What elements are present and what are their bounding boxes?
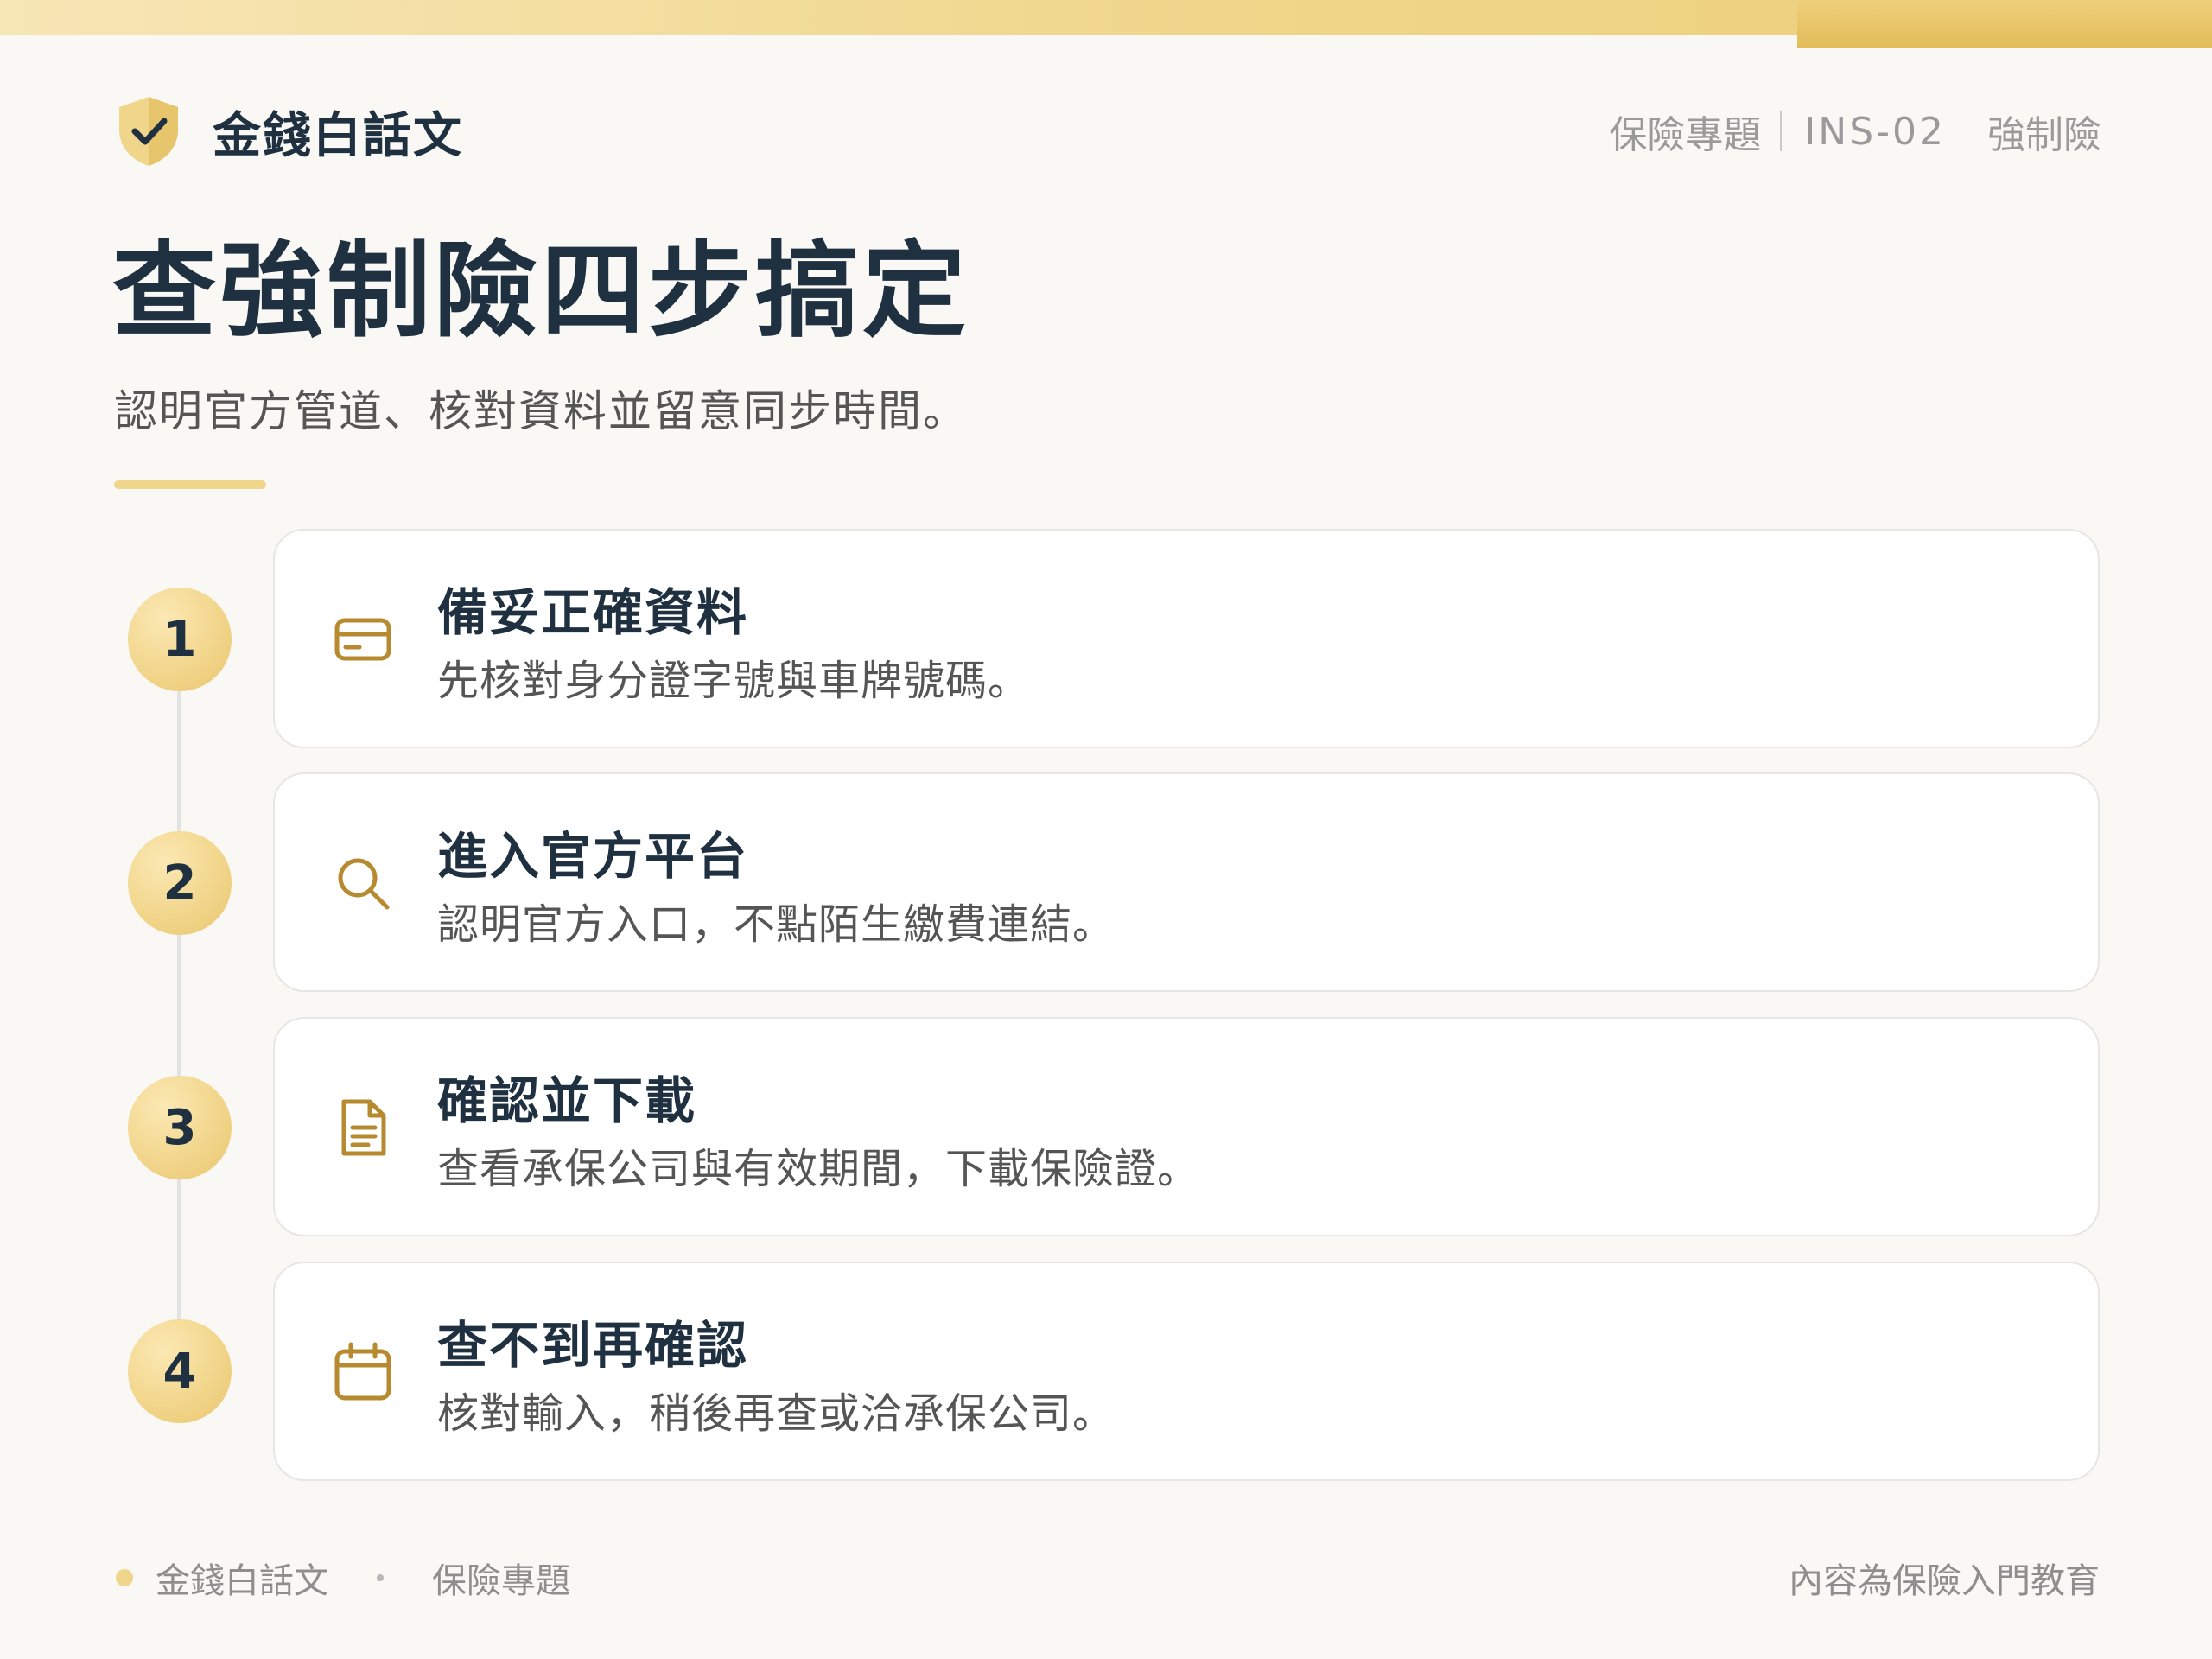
step-number: 3: [162, 1099, 197, 1156]
footer-left: 金錢白話文 保險專題: [116, 1552, 570, 1604]
document-icon: [341, 1099, 386, 1156]
card-icon: [334, 618, 391, 661]
footer-category: 保險專題: [432, 1561, 570, 1601]
step-title: 備妥正確資料: [437, 583, 749, 642]
header-divider: [1780, 111, 1783, 151]
page-subtitle: 認明官方管道、核對資料並留意同步時間。: [114, 386, 968, 436]
step-number-badge: 4: [128, 1319, 232, 1423]
footer-separator-dot: [377, 1574, 384, 1581]
step-title: 查不到再確認: [437, 1316, 749, 1375]
step-description: 先核對身分證字號與車牌號碼。: [437, 657, 1031, 705]
step-number: 1: [162, 611, 197, 668]
step-title: 進入官方平台: [437, 827, 749, 886]
step-number-badge: 3: [128, 1076, 232, 1179]
header-code: INS-02: [1804, 109, 1946, 154]
header-category: 保險專題: [1609, 113, 1762, 157]
step-number: 4: [162, 1343, 197, 1400]
top-accent-tab: [1797, 0, 2212, 48]
page-title: 查強制險四步搞定: [112, 232, 969, 352]
step-description: 認明官方入口，不點陌生繳費連結。: [437, 900, 1116, 949]
footer-accent-dot: [116, 1569, 133, 1586]
step-number-badge: 2: [128, 831, 232, 935]
step-number-badge: 1: [128, 588, 232, 691]
step-title: 確認並下載: [437, 1071, 697, 1130]
header-meta: 保險專題 INS-02 強制險: [1609, 105, 2101, 158]
header-tag: 強制險: [1987, 113, 2101, 157]
brand: 金錢白話文: [116, 95, 463, 168]
brand-name: 金錢白話文: [213, 107, 463, 164]
step-card: 確認並下載 查看承保公司與有效期間，下載保險證。: [273, 1017, 2100, 1236]
footer-brand: 金錢白話文: [156, 1561, 328, 1601]
search-icon: [338, 858, 390, 910]
shield-check-icon: [119, 97, 178, 166]
step-description: 查看承保公司與有效期間，下載保險證。: [437, 1145, 1200, 1193]
footer-note: 內容為保險入門教育: [1789, 1561, 2100, 1601]
step-card: 查不到再確認 核對輸入，稍後再查或洽承保公司。: [273, 1262, 2100, 1481]
title-accent-line: [114, 480, 266, 489]
calendar-icon: [334, 1342, 391, 1401]
footer-right: 內容為保險入門教育: [1789, 1552, 2100, 1604]
step-card: 備妥正確資料 先核對身分證字號與車牌號碼。: [273, 529, 2100, 748]
timeline-line: [177, 691, 181, 1322]
step-card: 進入官方平台 認明官方入口，不點陌生繳費連結。: [273, 772, 2100, 992]
step-description: 核對輸入，稍後再查或洽承保公司。: [437, 1389, 1116, 1438]
step-number: 2: [162, 855, 197, 912]
